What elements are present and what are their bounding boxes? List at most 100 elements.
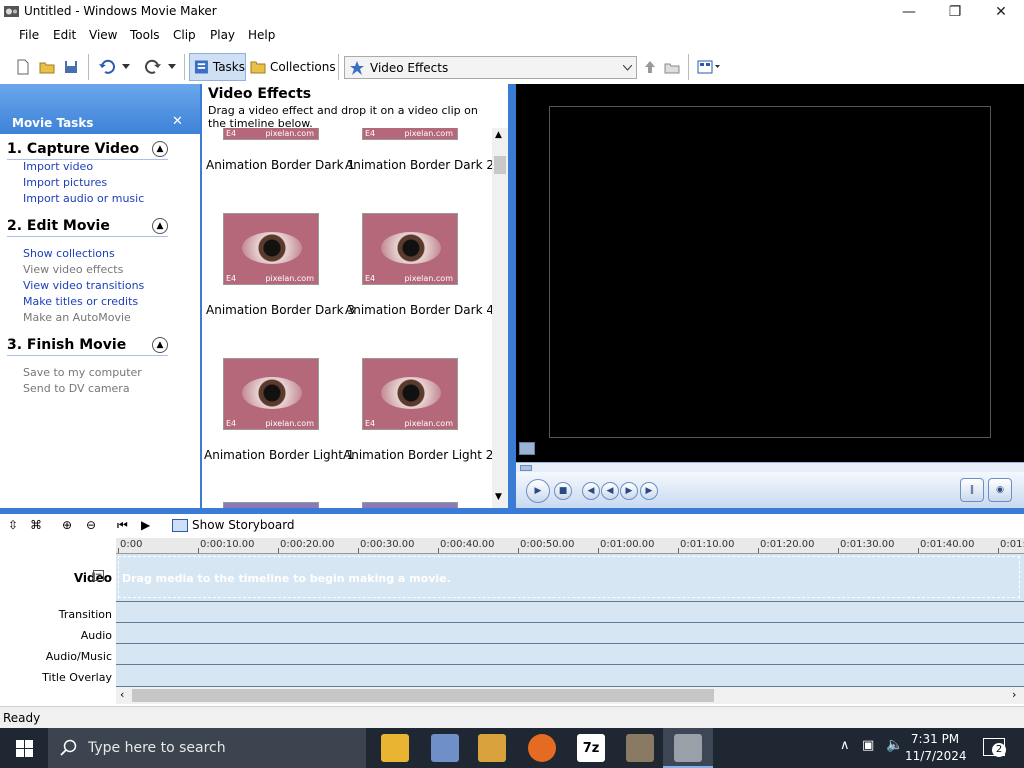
task-show-collections[interactable]: Show collections	[23, 247, 115, 260]
audio-music-track[interactable]	[116, 644, 1024, 665]
views-button[interactable]	[694, 56, 724, 78]
undo-dropdown[interactable]	[120, 56, 132, 78]
effect-thumbnail[interactable]: E4 pixelan.com	[362, 358, 458, 430]
zoom-in-icon[interactable]: ⊕	[62, 518, 72, 532]
section-capture-video-title[interactable]: 1. Capture Video	[7, 141, 139, 157]
play-button[interactable]: ▶	[526, 479, 550, 503]
effect-label[interactable]: Animation Border Light 2	[343, 448, 492, 462]
up-level-button[interactable]	[640, 56, 660, 78]
timeline-scroll-thumb[interactable]	[132, 689, 714, 702]
save-project-button[interactable]	[60, 56, 82, 78]
close-tasks-icon[interactable]: ✕	[172, 114, 183, 129]
paint-icon[interactable]	[431, 734, 459, 762]
media-player-icon[interactable]	[478, 734, 506, 762]
firefox-icon[interactable]	[528, 734, 556, 762]
redo-button[interactable]	[142, 56, 164, 78]
save-disk-icon	[65, 61, 77, 73]
effect-label[interactable]: Animation Border Dark 1	[206, 158, 355, 172]
time-ruler[interactable]: 0:00 0:00:10.00 0:00:20.00 0:00:30.00 0:00:4…	[116, 538, 1024, 554]
split-clip-button[interactable]: ‖	[960, 478, 984, 502]
effect-thumbnail[interactable]: E4 pixelan.com	[362, 128, 458, 140]
effect-thumbnail[interactable]: E4 pixelan.com	[362, 213, 458, 285]
section-edit-movie-title[interactable]: 2. Edit Movie	[7, 218, 110, 234]
redo-dropdown[interactable]	[166, 56, 178, 78]
new-collection-folder-button[interactable]	[662, 56, 682, 78]
menu-play[interactable]: Play	[210, 28, 235, 42]
movie-maker-taskbar-button[interactable]	[663, 728, 713, 768]
pane-splitter[interactable]	[508, 84, 516, 508]
notifications-button[interactable]: 2	[983, 738, 1006, 757]
next-frame-button[interactable]: ▶	[640, 482, 658, 500]
zoom-out-icon[interactable]: ⊖	[86, 518, 96, 532]
open-project-button[interactable]	[36, 56, 58, 78]
section-finish-movie-title[interactable]: 3. Finish Movie	[7, 337, 126, 353]
collapse-edit-icon[interactable]: ▲	[152, 218, 168, 234]
file-explorer-icon[interactable]	[381, 734, 409, 762]
rewind-timeline-icon[interactable]: ⏮	[117, 518, 128, 533]
scroll-left-icon[interactable]: ‹	[120, 688, 124, 701]
narrate-timeline-icon[interactable]: ⌘	[30, 518, 42, 532]
effect-label[interactable]: Animation Border Dark 3	[206, 303, 355, 317]
effects-scroll-thumb[interactable]	[494, 156, 506, 174]
movie-tasks-pane: Movie Tasks ✕ 1. Capture Video ▲ Import …	[0, 84, 200, 508]
taskbar-clock[interactable]: 7:31 PM 11/7/2024	[905, 731, 967, 765]
menu-file[interactable]: File	[19, 28, 39, 42]
title-overlay-track[interactable]	[116, 665, 1024, 687]
menu-clip[interactable]: Clip	[173, 28, 196, 42]
movie-tool-icon[interactable]	[626, 734, 654, 762]
new-project-button[interactable]	[12, 56, 34, 78]
effect-label[interactable]: Animation Border Light 1	[204, 448, 354, 462]
task-view-video-transitions[interactable]: View video transitions	[23, 279, 144, 292]
start-button[interactable]	[0, 728, 48, 768]
effects-vertical-scrollbar[interactable]: ▲ ▼	[492, 128, 508, 508]
scroll-right-icon[interactable]: ›	[1012, 688, 1016, 701]
thumb-tag: E4	[226, 274, 237, 283]
task-import-audio[interactable]: Import audio or music	[23, 192, 144, 205]
close-button[interactable]: ✕	[978, 0, 1024, 24]
rewind-button[interactable]: ◀	[601, 482, 619, 500]
menu-help[interactable]: Help	[248, 28, 275, 42]
menu-edit[interactable]: Edit	[53, 28, 76, 42]
thumb-watermark: pixelan.com	[265, 419, 314, 428]
seek-bar[interactable]	[516, 462, 1024, 472]
collapse-video-track-icon[interactable]: −	[93, 570, 104, 581]
task-make-titles[interactable]: Make titles or credits	[23, 295, 138, 308]
collection-select[interactable]: Video Effects	[344, 56, 637, 79]
previous-frame-button[interactable]: ◀	[582, 482, 600, 500]
play-timeline-icon[interactable]: ▶	[141, 518, 150, 532]
effect-thumbnail[interactable]: E4 pixelan.com	[223, 213, 319, 285]
maximize-button[interactable]: ❐	[932, 0, 978, 24]
minimize-button[interactable]: —	[886, 0, 932, 24]
show-hidden-icons-chevron-icon[interactable]: ∧	[840, 738, 850, 753]
7zip-icon[interactable]: 7z	[577, 734, 605, 762]
menu-tools[interactable]: Tools	[130, 28, 160, 42]
transition-track[interactable]	[116, 602, 1024, 623]
video-track[interactable]: Drag media to the timeline to begin maki…	[116, 554, 1024, 602]
forward-button[interactable]: ▶	[620, 482, 638, 500]
undo-button[interactable]	[96, 56, 118, 78]
timeline-horizontal-scrollbar[interactable]: ‹ ›	[116, 687, 1024, 704]
seek-thumb[interactable]	[520, 465, 532, 471]
scroll-down-icon[interactable]: ▼	[495, 492, 502, 502]
show-storyboard-button[interactable]: Show Storyboard	[192, 518, 295, 532]
taskbar-search[interactable]: Type here to search	[48, 728, 366, 768]
set-audio-levels-icon[interactable]: ⇳	[8, 518, 18, 532]
volume-icon[interactable]: 🔈	[886, 737, 903, 753]
effect-label[interactable]: Animation Border Dark 2	[345, 158, 492, 172]
take-picture-button[interactable]: ◉	[988, 478, 1012, 502]
collections-button[interactable]: Collections	[250, 55, 336, 79]
stop-button[interactable]: ■	[554, 482, 572, 500]
network-icon[interactable]: ▣	[862, 738, 874, 753]
tasks-toggle-button[interactable]: Tasks	[189, 53, 246, 81]
collapse-capture-icon[interactable]: ▲	[152, 141, 168, 157]
task-import-pictures[interactable]: Import pictures	[23, 176, 107, 189]
audio-track[interactable]	[116, 623, 1024, 644]
task-import-video[interactable]: Import video	[23, 160, 93, 173]
effect-thumbnail[interactable]: E4 pixelan.com	[223, 358, 319, 430]
collapse-finish-icon[interactable]: ▲	[152, 337, 168, 353]
task-save-to-computer: Save to my computer	[23, 366, 142, 379]
effect-thumbnail[interactable]: E4 pixelan.com	[223, 128, 319, 140]
menu-view[interactable]: View	[89, 28, 117, 42]
effect-label[interactable]: Animation Border Dark 4	[345, 303, 492, 317]
scroll-up-icon[interactable]: ▲	[495, 130, 502, 140]
